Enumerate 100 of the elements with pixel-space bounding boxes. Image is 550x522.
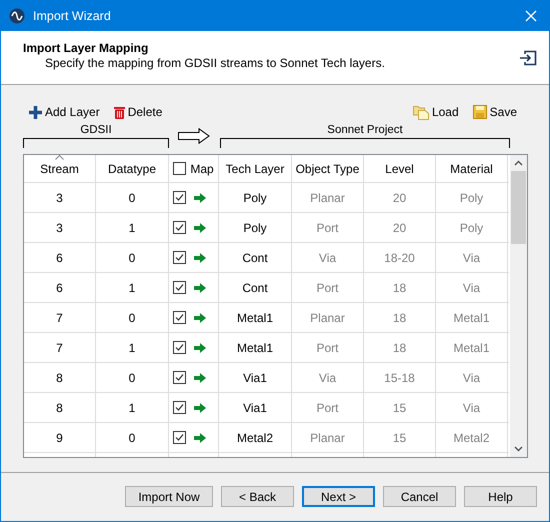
- arrow-right-icon: [194, 312, 206, 322]
- table-cell-text: Planar: [310, 190, 345, 206]
- group-label: GDSII: [80, 124, 112, 136]
- table-cell-text: 20: [392, 190, 406, 206]
- toolbar-button[interactable]: Add Layer: [29, 103, 100, 121]
- trash-icon: [114, 106, 125, 118]
- table-cell-text: Via1: [243, 400, 267, 416]
- table-cell-text: 0: [128, 370, 136, 386]
- dialog-button[interactable]: Cancel: [383, 486, 456, 507]
- close-icon[interactable]: [525, 10, 537, 22]
- import-icon: [519, 50, 537, 66]
- checkbox[interactable]: [173, 162, 186, 175]
- table-cell-text: Via: [318, 370, 336, 386]
- checkbox[interactable]: [173, 431, 186, 444]
- table-cell-text: Metal1: [453, 310, 490, 326]
- table-cell-text: Metal1: [236, 310, 274, 326]
- table-cell-text: 0: [128, 430, 136, 446]
- arrow-icon: [178, 128, 210, 144]
- table-cell-text: Via: [462, 280, 480, 296]
- arrow-right-icon: [194, 402, 206, 412]
- scrollbar[interactable]: [510, 155, 527, 457]
- table-cell-text: 18: [392, 280, 406, 296]
- toolbar-button[interactable]: Load: [412, 103, 459, 121]
- column-header[interactable]: Object Type: [292, 155, 364, 182]
- table-cell-text: 6: [56, 250, 63, 266]
- table-cell-text: Metal1: [453, 340, 490, 356]
- table-cell-text: Via: [462, 370, 480, 386]
- table-cell-text: 1: [128, 400, 136, 416]
- checkbox[interactable]: [173, 311, 186, 324]
- table-cell-text: Poly: [243, 190, 267, 206]
- table-cell-text: 8: [56, 370, 63, 386]
- page-subtitle: Specify the mapping from GDSII streams to Sonnet Tech layers.: [44, 55, 385, 71]
- page-title: Import Layer Mapping: [23, 41, 150, 55]
- table-cell-text: Poly: [460, 190, 484, 206]
- table-cell-text: 1: [128, 340, 136, 356]
- table-cell-text: 6: [56, 280, 63, 296]
- table-cell-text: 8: [56, 400, 63, 416]
- table-cell-text: Via: [318, 250, 336, 266]
- arrow-right-icon: [194, 192, 206, 202]
- table-cell-text: Planar: [310, 310, 345, 326]
- table-cell-text: 15: [392, 430, 406, 446]
- checkbox[interactable]: [173, 341, 186, 354]
- column-header[interactable]: Datatype: [96, 155, 169, 182]
- table-cell-text: Metal1: [236, 340, 274, 356]
- table-cell-text: 1: [128, 220, 136, 236]
- column-header[interactable]: Level: [364, 155, 436, 182]
- checkbox[interactable]: [173, 371, 186, 384]
- column-header[interactable]: Tech Layer: [219, 155, 292, 182]
- table-cell-text: Cont: [242, 250, 268, 266]
- scrollbar-thumb[interactable]: [511, 171, 526, 244]
- folder-icon: [412, 104, 429, 120]
- table-cell-text: Port: [316, 400, 338, 416]
- dialog-button[interactable]: Next >: [302, 486, 375, 507]
- table-cell-text: 7: [56, 310, 63, 326]
- table-cell-text: 1: [128, 280, 136, 296]
- table-cell-text: 3: [56, 190, 63, 206]
- checkbox[interactable]: [173, 251, 186, 264]
- table-cell-text: Via: [462, 400, 480, 416]
- table-cell-text: 9: [56, 430, 63, 446]
- arrow-right-icon: [194, 372, 206, 382]
- table-cell-text: Via: [462, 250, 480, 266]
- arrow-right-icon: [194, 282, 206, 292]
- table-cell-text: 18: [392, 310, 406, 326]
- arrow-right-icon: [194, 222, 206, 232]
- toolbar-button[interactable]: Save: [472, 103, 517, 121]
- checkbox[interactable]: [173, 401, 186, 414]
- group-label: Sonnet Project: [327, 124, 403, 136]
- table-cell-text: Via1: [243, 370, 267, 386]
- plus-icon: [29, 106, 42, 118]
- table-cell-text: Metal2: [453, 430, 490, 446]
- table-cell-text: Planar: [310, 430, 345, 446]
- table-cell-text: 7: [56, 340, 63, 356]
- dialog-button[interactable]: Help: [464, 486, 537, 507]
- scroll-up-icon[interactable]: [514, 160, 523, 166]
- checkbox[interactable]: [173, 281, 186, 294]
- column-header[interactable]: Material: [436, 155, 508, 182]
- toolbar-button[interactable]: Delete: [114, 103, 162, 121]
- arrow-right-icon: [194, 432, 206, 442]
- table-cell-text: Poly: [460, 220, 484, 236]
- table-cell-text: 0: [128, 250, 136, 266]
- window-title: Import Wizard: [33, 8, 111, 25]
- arrow-right-icon: [194, 342, 206, 352]
- column-label: Map: [190, 160, 214, 178]
- table-cell-text: Metal2: [236, 430, 274, 446]
- app-icon: [9, 8, 25, 24]
- table-cell-text: Poly: [243, 220, 267, 236]
- column-header[interactable]: Stream: [24, 155, 96, 182]
- table-cell-text: 3: [56, 220, 63, 236]
- dialog-button[interactable]: Import Now: [125, 486, 213, 507]
- table-cell-text: Port: [316, 220, 338, 236]
- scroll-down-icon[interactable]: [514, 446, 523, 452]
- table-cell-text: 0: [128, 310, 136, 326]
- table-cell-text: Cont: [242, 280, 268, 296]
- checkbox[interactable]: [173, 221, 186, 234]
- table-cell-text: 18: [392, 340, 406, 356]
- table-cell-text: Port: [316, 340, 338, 356]
- dialog-button[interactable]: < Back: [221, 486, 294, 507]
- table-cell-text: 20: [392, 220, 406, 236]
- table-cell-text: 15-18: [384, 370, 415, 386]
- checkbox[interactable]: [173, 191, 186, 204]
